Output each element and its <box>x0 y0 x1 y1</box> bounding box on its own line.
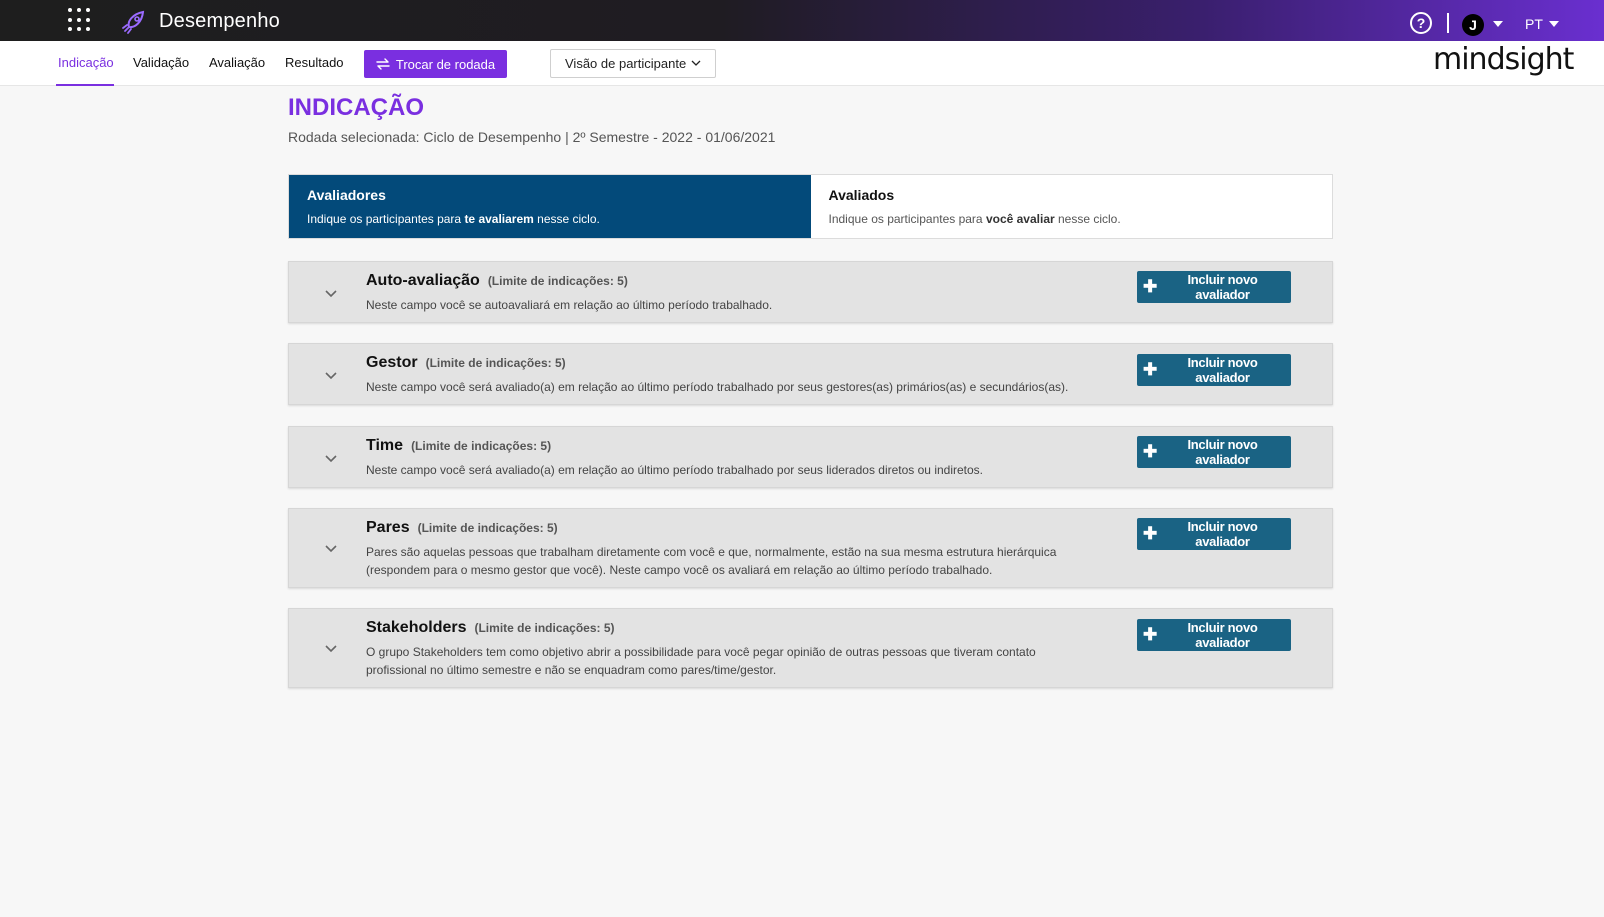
section-limit: (Limite de indicações: 5) <box>411 439 552 453</box>
tab-validacao[interactable]: Validação <box>133 55 189 70</box>
add-evaluator-label: Incluir novo avaliador <box>1187 272 1258 302</box>
role-toggle: Avaliadores Indique os participantes par… <box>288 174 1333 239</box>
page-title: INDICAÇÃO <box>288 94 424 121</box>
avatar[interactable]: J <box>1462 14 1484 36</box>
section-description: O grupo Stakeholders tem como objetivo a… <box>366 645 1036 677</box>
language-selector[interactable]: PT <box>1525 16 1543 32</box>
tab-avaliadores[interactable]: Avaliadores Indique os participantes par… <box>289 175 811 238</box>
chevron-down-icon[interactable] <box>324 288 338 298</box>
tab-avaliadores-title: Avaliadores <box>307 187 386 203</box>
add-evaluator-label: Incluir novo avaliador <box>1187 437 1258 467</box>
rocket-icon <box>122 10 145 34</box>
tab-resultado[interactable]: Resultado <box>285 55 344 70</box>
section-gestor: Gestor (Limite de indicações: 5) Neste c… <box>288 343 1333 405</box>
add-evaluator-button[interactable]: ✚ Incluir novo avaliador <box>1137 518 1291 550</box>
swap-arrows-icon <box>376 58 390 70</box>
section-stakeholders: Stakeholders (Limite de indicações: 5) O… <box>288 608 1333 688</box>
add-evaluator-button[interactable]: ✚ Incluir novo avaliador <box>1137 619 1291 651</box>
add-evaluator-label: Incluir novo avaliador <box>1187 519 1258 549</box>
tab-avaliados-title: Avaliados <box>828 187 895 203</box>
view-mode-value: Visão de participante <box>565 56 687 71</box>
plus-icon: ✚ <box>1143 624 1157 644</box>
section-title: Gestor <box>366 354 418 371</box>
section-limit: (Limite de indicações: 5) <box>417 521 558 535</box>
add-evaluator-label: Incluir novo avaliador <box>1187 620 1258 650</box>
section-pares: Pares (Limite de indicações: 5) Pares sã… <box>288 508 1333 588</box>
tab-avaliacao[interactable]: Avaliação <box>209 55 265 70</box>
add-evaluator-button[interactable]: ✚ Incluir novo avaliador <box>1137 271 1291 303</box>
chevron-down-icon[interactable] <box>324 370 338 380</box>
app-title: Desempenho <box>159 10 280 32</box>
brand-logo: mindsight <box>1433 42 1574 77</box>
section-title: Time <box>366 437 404 454</box>
add-evaluator-label: Incluir novo avaliador <box>1187 355 1258 385</box>
plus-icon: ✚ <box>1143 441 1157 461</box>
chevron-down-icon <box>691 60 701 66</box>
tab-avaliados[interactable]: Avaliados Indique os participantes para … <box>811 175 1333 238</box>
apps-grid-icon[interactable] <box>68 8 92 32</box>
section-description: Pares são aquelas pessoas que trabalham … <box>366 545 1057 577</box>
plus-icon: ✚ <box>1143 359 1157 379</box>
tab-avaliados-desc: Indique os participantes para você avali… <box>828 212 1121 226</box>
section-time: Time (Limite de indicações: 5) Neste cam… <box>288 426 1333 488</box>
chevron-down-icon[interactable] <box>324 453 338 463</box>
swap-round-button[interactable]: Trocar de rodada <box>364 50 507 78</box>
section-limit: (Limite de indicações: 5) <box>425 356 566 370</box>
swap-round-label: Trocar de rodada <box>395 56 496 72</box>
selected-round-info: Rodada selecionada: Ciclo de Desempenho … <box>288 129 776 145</box>
plus-icon: ✚ <box>1143 523 1157 543</box>
language-caret-down-icon[interactable] <box>1549 21 1559 27</box>
section-description: Neste campo você será avaliado(a) em rel… <box>366 380 1069 394</box>
help-icon[interactable]: ? <box>1410 12 1432 34</box>
section-title: Auto-avaliação <box>366 272 480 289</box>
tab-avaliadores-desc: Indique os participantes para te avaliar… <box>307 212 600 226</box>
section-description: Neste campo você se autoavaliará em rela… <box>366 298 773 312</box>
top-bar: Desempenho ? J PT <box>0 0 1604 41</box>
section-title: Stakeholders <box>366 619 467 636</box>
avatar-caret-down-icon[interactable] <box>1493 21 1503 27</box>
active-tab-indicator <box>56 84 114 86</box>
plus-icon: ✚ <box>1143 276 1157 296</box>
section-limit: (Limite de indicações: 5) <box>487 274 628 288</box>
add-evaluator-button[interactable]: ✚ Incluir novo avaliador <box>1137 354 1291 386</box>
topbar-divider <box>1447 13 1449 33</box>
add-evaluator-button[interactable]: ✚ Incluir novo avaliador <box>1137 436 1291 468</box>
view-mode-select[interactable]: Visão de participante <box>550 49 716 78</box>
section-limit: (Limite de indicações: 5) <box>474 621 615 635</box>
section-title: Pares <box>366 519 410 536</box>
section-auto-avaliacao: Auto-avaliação (Limite de indicações: 5)… <box>288 261 1333 323</box>
tab-indicacao[interactable]: Indicação <box>58 55 114 70</box>
nav-bar: Indicação Validação Avaliação Resultado … <box>0 41 1604 86</box>
section-description: Neste campo você será avaliado(a) em rel… <box>366 463 984 477</box>
chevron-down-icon[interactable] <box>324 543 338 553</box>
chevron-down-icon[interactable] <box>324 643 338 653</box>
